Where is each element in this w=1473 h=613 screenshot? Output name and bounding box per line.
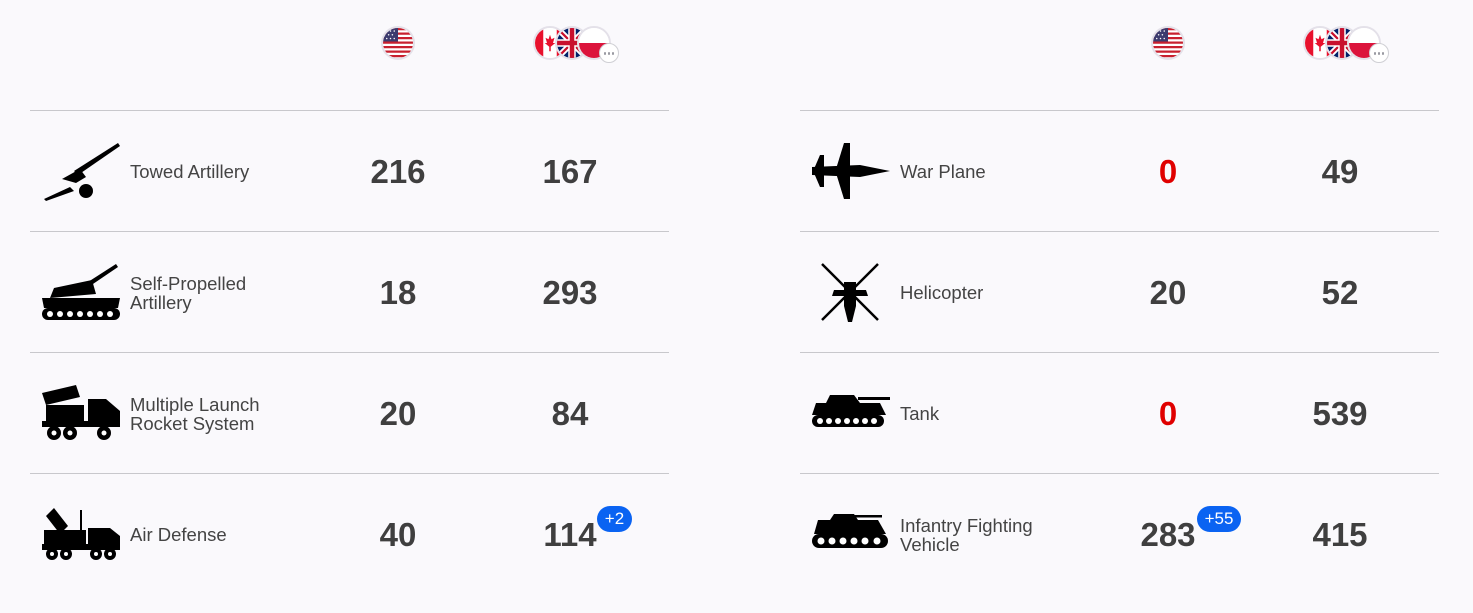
more-countries-icon[interactable] <box>599 43 619 63</box>
row-label: War Plane <box>900 161 986 182</box>
us-flag-icon <box>1151 26 1185 60</box>
row-label: Air Defense <box>130 524 227 545</box>
row-label: Helicopter <box>900 282 984 303</box>
table-row: Self-Propelled Artillery 18 293 <box>30 231 669 352</box>
us-value: 0 <box>1158 152 1178 190</box>
us-change-badge: +55 <box>1197 506 1241 532</box>
right-comparison-panel: War Plane 0 49 Helicopter 20 52 Tank 0 5… <box>800 0 1439 613</box>
allies-change-badge: +2 <box>597 506 632 532</box>
tank-icon <box>812 395 890 427</box>
allies-flags-group[interactable] <box>533 26 623 63</box>
row-label: Self-Propelled Artillery <box>130 272 247 313</box>
us-value: 40 <box>379 515 417 553</box>
table-row: Multiple Launch Rocket System 20 84 <box>30 352 669 473</box>
us-value: 20 <box>379 394 417 432</box>
allies-value: 293 <box>542 273 598 311</box>
table-row: Air Defense 40 114 +2 <box>30 473 669 594</box>
us-value: 0 <box>1158 394 1178 432</box>
table-row: Tank 0 539 <box>800 352 1439 473</box>
self-propelled-artillery-icon <box>42 264 120 320</box>
us-value: 20 <box>1149 273 1187 311</box>
row-label: Multiple Launch Rocket System <box>130 393 260 434</box>
allies-value: 49 <box>1321 152 1359 190</box>
us-value: 216 <box>370 152 426 190</box>
allies-value: 415 <box>1312 515 1368 553</box>
flag-header <box>800 26 1439 66</box>
rocket-launcher-icon <box>42 385 120 440</box>
allies-value: 114 <box>543 515 597 553</box>
row-label: Infantry Fighting Vehicle <box>900 514 1033 555</box>
row-label: Tank <box>900 403 940 424</box>
left-comparison-panel: Towed Artillery 216 167 Self-Propelled A… <box>30 0 669 613</box>
us-flag-icon <box>381 26 415 60</box>
table-row: Towed Artillery 216 167 <box>30 110 669 231</box>
us-value: 18 <box>379 273 417 311</box>
row-label: Towed Artillery <box>130 161 250 182</box>
allies-flags-group[interactable] <box>1303 26 1393 63</box>
table-row: War Plane 0 49 <box>800 110 1439 231</box>
allies-value: 539 <box>1312 394 1368 432</box>
us-value: 283 <box>1140 515 1196 553</box>
ifv-icon <box>812 514 888 548</box>
allies-value: 84 <box>551 394 589 432</box>
more-countries-icon[interactable] <box>1369 43 1389 63</box>
allies-value: 167 <box>542 152 598 190</box>
table-row: Infantry Fighting Vehicle 283 +55 415 <box>800 473 1439 594</box>
towed-artillery-icon <box>44 143 120 201</box>
air-defense-icon <box>42 508 120 560</box>
allies-value: 52 <box>1321 273 1359 311</box>
fighter-jet-icon <box>812 143 890 199</box>
table-row: Helicopter 20 52 <box>800 231 1439 352</box>
flag-header <box>30 26 669 66</box>
helicopter-icon <box>821 263 879 322</box>
